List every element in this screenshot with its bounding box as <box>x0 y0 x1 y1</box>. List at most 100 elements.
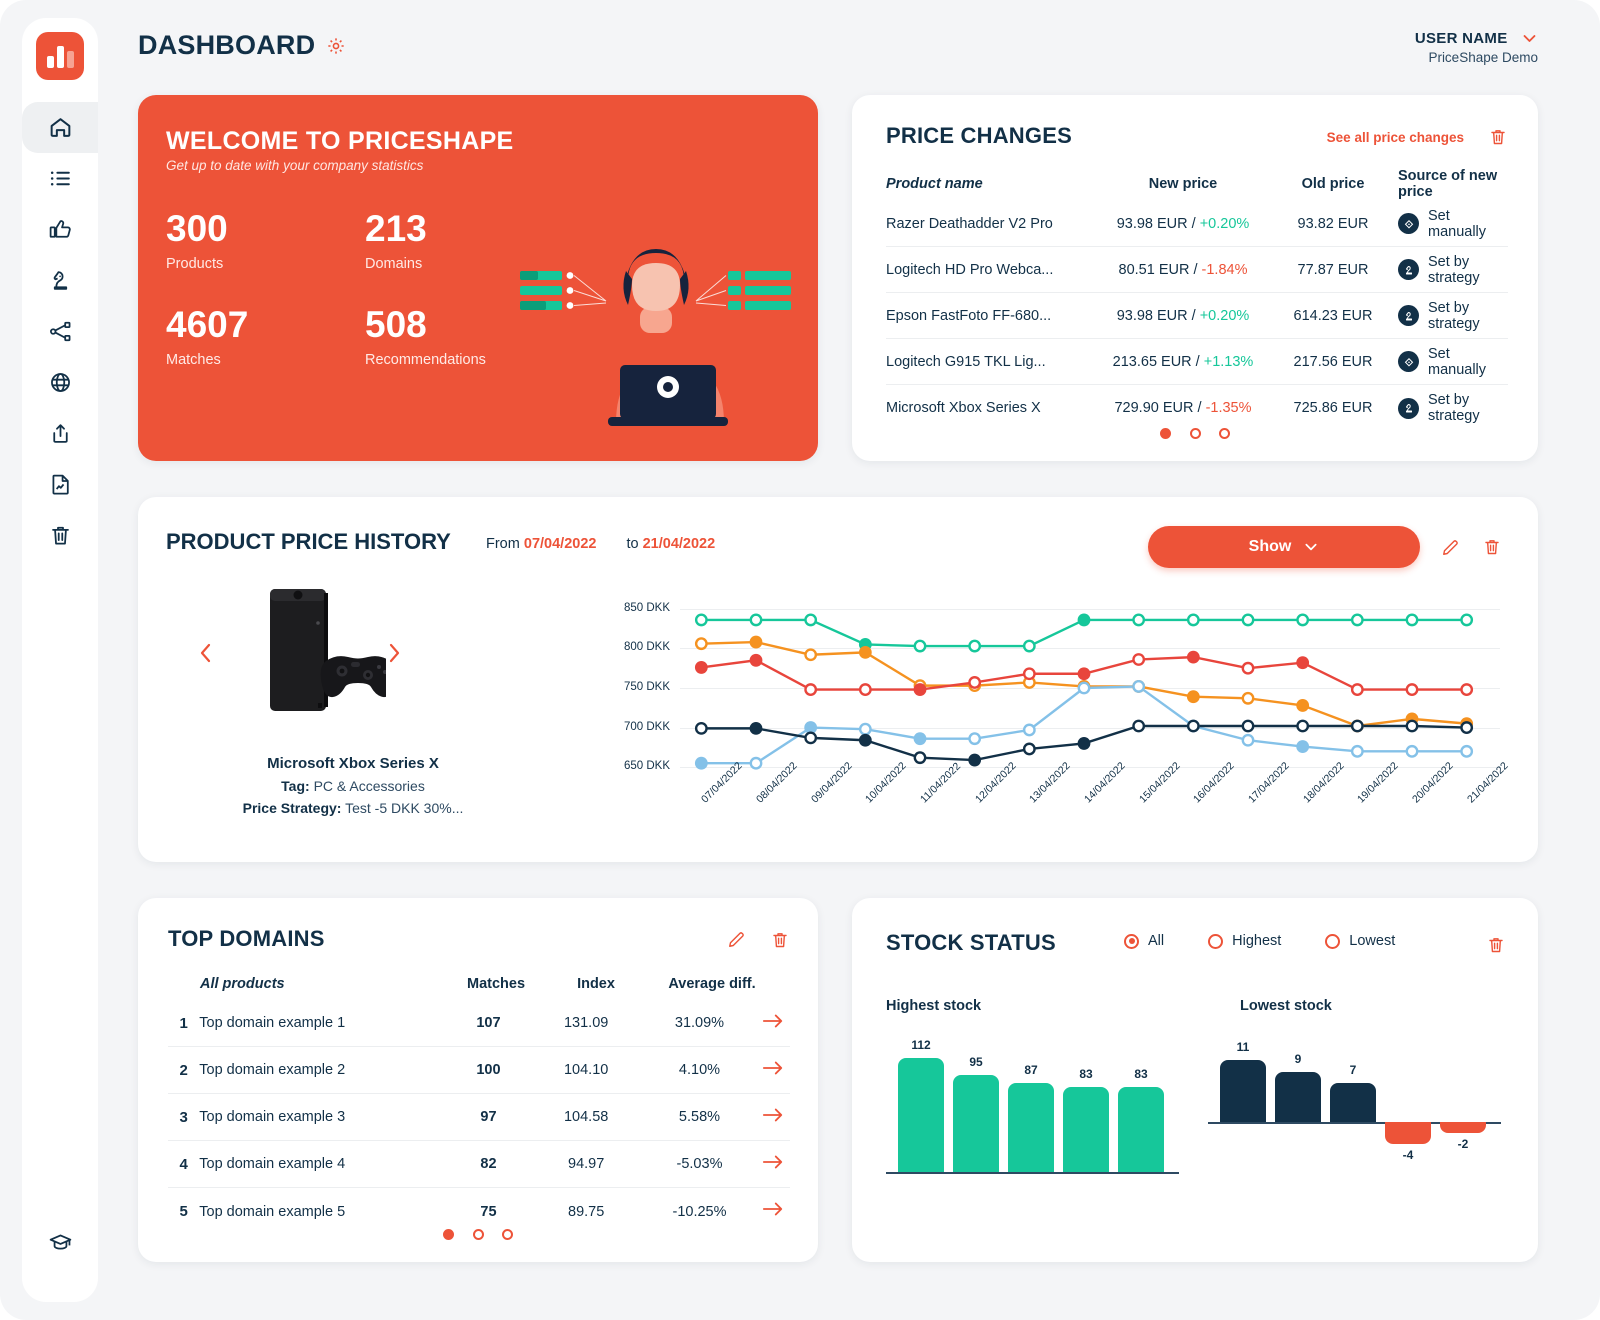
price-history-title: PRODUCT PRICE HISTORY <box>166 529 451 554</box>
pencil-icon[interactable] <box>1440 537 1460 559</box>
see-all-price-changes-link[interactable]: See all price changes <box>1327 130 1464 145</box>
stock-filter-highest[interactable]: Highest <box>1208 933 1281 949</box>
chevron-right-icon[interactable] <box>386 641 402 665</box>
bar[interactable] <box>1220 1060 1266 1122</box>
sidebar-item-list[interactable] <box>22 153 98 204</box>
cell-average-diff: -5.03% <box>676 1156 723 1172</box>
pencil-icon[interactable] <box>726 929 746 951</box>
sidebar-item-trash[interactable] <box>22 510 98 561</box>
radio-icon <box>1208 933 1224 949</box>
stock-filter-group: All Highest Lowest <box>1124 933 1395 949</box>
pagination-dot[interactable] <box>472 1229 484 1241</box>
column-average-diff: Average diff. <box>668 976 756 992</box>
to-date[interactable]: 21/04/2022 <box>643 536 716 552</box>
price-change-pct: -1.84% <box>1201 261 1248 278</box>
arrow-right-icon[interactable] <box>762 1013 790 1034</box>
bar[interactable] <box>1063 1087 1109 1172</box>
chart-point <box>1022 742 1036 756</box>
trash-icon[interactable] <box>1488 126 1508 148</box>
chart-point <box>1022 667 1036 681</box>
chart-point <box>804 648 818 662</box>
pagination-dot[interactable] <box>443 1229 455 1241</box>
table-row[interactable]: 3 Top domain example 3 97 104.58 5.58% <box>168 1094 790 1141</box>
chevron-down-icon[interactable] <box>1521 30 1538 47</box>
from-date[interactable]: 07/04/2022 <box>524 536 597 552</box>
bar[interactable] <box>953 1075 999 1172</box>
cell-new-price: 213.65 EUR / +1.13% <box>1098 354 1268 370</box>
bar[interactable] <box>1385 1122 1431 1145</box>
trash-icon[interactable] <box>1486 934 1506 961</box>
cell-rank: 5 <box>179 1203 188 1220</box>
to-label: to <box>626 536 639 552</box>
sidebar-item-home[interactable] <box>22 102 98 153</box>
bar[interactable] <box>1118 1087 1164 1172</box>
sidebar-item-strategy[interactable] <box>22 255 98 306</box>
sidebar-item-domains[interactable] <box>22 357 98 408</box>
user-name: USER NAME <box>1414 30 1508 48</box>
table-row[interactable]: Epson FastFoto FF-680... 93.98 EUR / +0.… <box>886 293 1508 339</box>
bar-value-label: 7 <box>1349 1062 1357 1077</box>
arrow-right-icon[interactable] <box>762 1060 790 1081</box>
column-new-price: New price <box>1148 176 1218 192</box>
bar[interactable] <box>1330 1082 1376 1122</box>
table-row[interactable]: Razer Deathadder V2 Pro 93.98 EUR / +0.2… <box>886 201 1508 247</box>
sidebar-item-reports[interactable] <box>22 459 98 510</box>
chart-point <box>1296 719 1310 733</box>
trash-icon[interactable] <box>1482 536 1502 558</box>
pagination-dot[interactable] <box>501 1229 513 1241</box>
source-label: Set by strategy <box>1428 299 1480 332</box>
column-matches: Matches <box>466 976 526 992</box>
cell-matches: 75 <box>480 1203 497 1220</box>
bar[interactable] <box>1008 1083 1054 1172</box>
chart-point <box>1077 737 1091 750</box>
bar[interactable] <box>1275 1071 1321 1122</box>
chess-knight-icon <box>48 268 73 293</box>
price-change-pct: -1.35% <box>1205 400 1252 416</box>
chart-point <box>1460 613 1474 627</box>
pagination-dot[interactable] <box>1160 428 1172 440</box>
chevron-left-icon[interactable] <box>198 641 214 665</box>
user-menu[interactable]: USER NAME PriceShape Demo <box>1415 30 1538 65</box>
bar[interactable] <box>898 1057 944 1172</box>
cell-new-price: 729.90 EUR / -1.35% <box>1098 400 1268 416</box>
lowest-stock-chart: 11 9 7 -4 -2 <box>1208 1026 1508 1206</box>
bar-value-label: 83 <box>1079 1067 1093 1082</box>
cell-index: 104.58 <box>563 1109 609 1125</box>
chart-point <box>1132 680 1146 693</box>
stock-filter-lowest[interactable]: Lowest <box>1325 933 1395 949</box>
column-source: Source of new price <box>1398 168 1498 200</box>
table-row[interactable]: Logitech G915 TKL Lig... 213.65 EUR / +1… <box>886 339 1508 385</box>
chart-point <box>913 683 927 696</box>
arrow-right-icon[interactable] <box>762 1201 790 1222</box>
arrow-right-icon[interactable] <box>762 1107 790 1128</box>
pagination-dot[interactable] <box>1189 428 1201 440</box>
bar-value-label: 9 <box>1294 1051 1302 1066</box>
source-label: Set by strategy <box>1428 392 1480 424</box>
pagination-dot[interactable] <box>1218 428 1230 440</box>
cell-source: Set by strategy <box>1398 392 1508 424</box>
arrow-right-icon[interactable] <box>762 1154 790 1175</box>
cell-product-name: Microsoft Xbox Series X <box>886 400 1041 416</box>
new-price-value: 93.98 EUR / <box>1116 307 1200 324</box>
stat-value: 4607 <box>166 304 249 345</box>
chart-point <box>749 653 763 667</box>
stock-filter-all[interactable]: All <box>1124 933 1164 949</box>
table-row[interactable]: 1 Top domain example 1 107 131.09 31.09% <box>168 1000 790 1047</box>
source-label: Set by strategy <box>1428 253 1480 286</box>
table-row[interactable]: 2 Top domain example 2 100 104.10 4.10% <box>168 1047 790 1094</box>
show-button[interactable]: Show <box>1148 526 1420 568</box>
sidebar-item-recommendations[interactable] <box>22 204 98 255</box>
sidebar-item-export[interactable] <box>22 408 98 459</box>
chart-point <box>804 683 818 696</box>
sidebar-item-matches[interactable] <box>22 306 98 357</box>
table-row[interactable]: Logitech HD Pro Webca... 80.51 EUR / -1.… <box>886 247 1508 293</box>
cell-matches: 100 <box>476 1062 501 1078</box>
gear-icon[interactable] <box>326 36 346 56</box>
sidebar-item-academy[interactable] <box>22 1217 98 1268</box>
trash-icon[interactable] <box>770 929 790 951</box>
bar[interactable] <box>1440 1122 1486 1134</box>
tag-icon <box>1398 351 1419 372</box>
table-row[interactable]: 4 Top domain example 4 82 94.97 -5.03% <box>168 1141 790 1188</box>
strategy-value: Test -5 DKK 30%... <box>345 800 464 816</box>
chess-knight-icon <box>1398 397 1419 419</box>
